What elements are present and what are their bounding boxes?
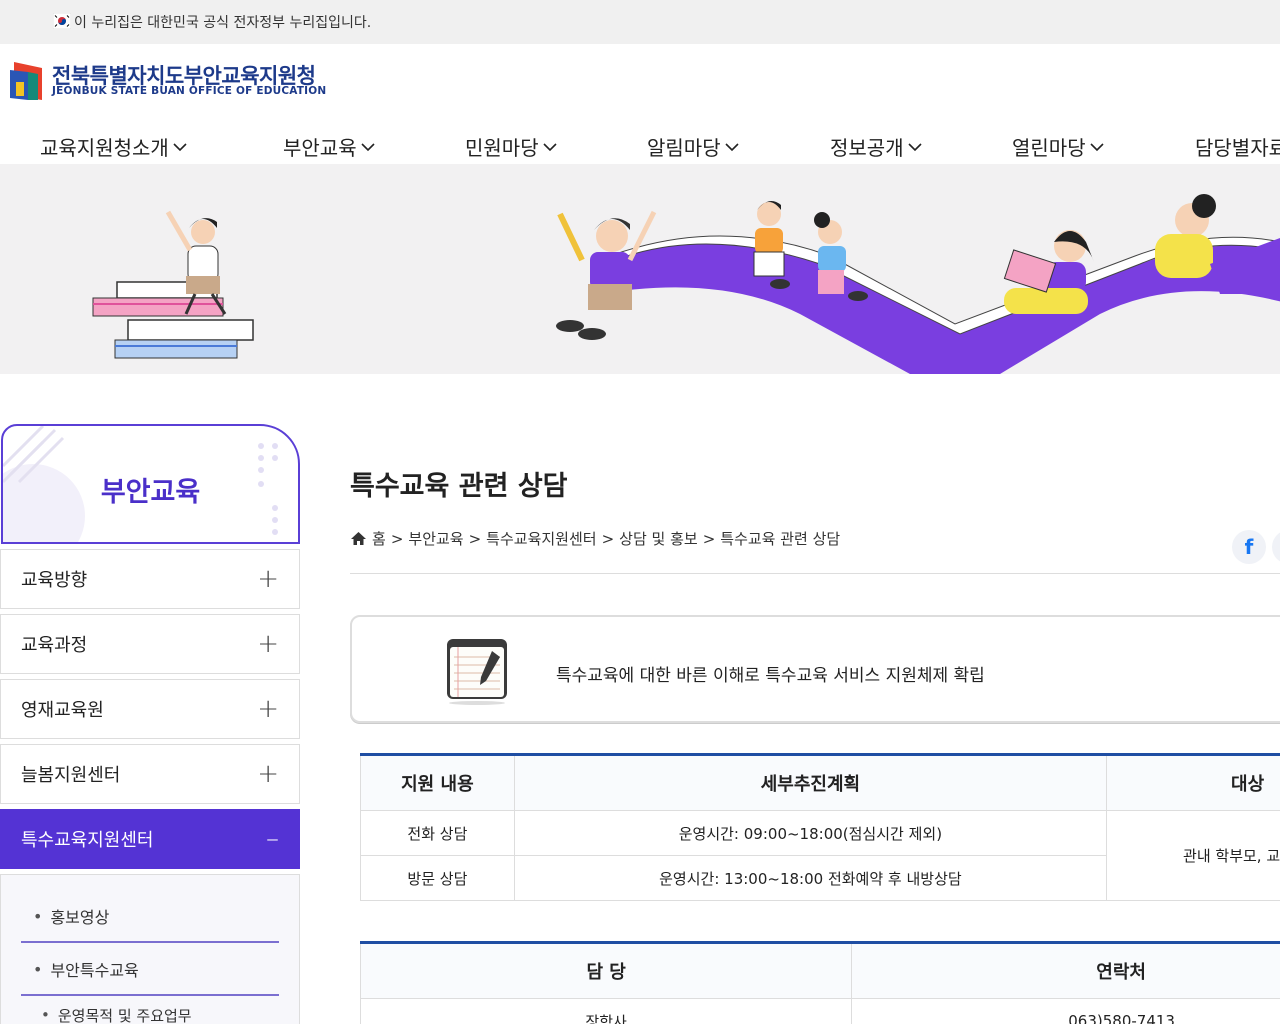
page-title: 특수교육 관련 상담: [350, 471, 568, 502]
breadcrumb-special-edu-center[interactable]: 특수교육지원센터: [486, 528, 596, 549]
chevron-down-icon: [361, 142, 375, 151]
contact-table: 담 당 연락처 장학사 063)580-7413: [359, 941, 1280, 1024]
gnb-item-intro[interactable]: 교육지원청소개: [40, 132, 188, 161]
table-header-row: 담 당 연락처: [359, 942, 1280, 999]
sidebar-item-label: 특수교육지원센터: [21, 830, 154, 851]
breadcrumb-current: 특수교육 관련 상담: [720, 530, 841, 548]
table-cell-target: 관내 학부모, 교: [1106, 810, 1280, 901]
gnb-item-buan-edu[interactable]: 부안교육: [283, 132, 376, 161]
plus-icon: +: [257, 759, 279, 789]
intro-box: 특수교육에 대한 바른 이해로 특수교육 서비스 지원체제 확립: [350, 615, 1280, 723]
chevron-down-icon: [1090, 142, 1104, 151]
chevron-down-icon: [173, 142, 187, 151]
submenu-item-buan-special-edu[interactable]: 부안특수교육: [21, 944, 279, 996]
gnb-item-label: 열린마당: [1012, 136, 1086, 160]
table-header-row: 지원 내용 세부추진계획 대상: [360, 754, 1280, 811]
hero-banner: [0, 164, 1280, 374]
table-cell: 장학사: [359, 998, 853, 1024]
korea-flag-icon: [53, 13, 71, 29]
sidebar-item-label: 교육과정: [21, 635, 88, 656]
site-logo[interactable]: 전북특별자치도부안교육지원청 JEONBUK STATE BUAN OFFICE…: [8, 58, 328, 102]
table-cell: 운영시간: 09:00~18:00(점심시간 제외): [513, 810, 1108, 856]
title-divider: [350, 573, 1280, 574]
breadcrumb: 홈 > 부안교육 > 특수교육지원센터 > 상담 및 홍보 > 특수교육 관련 …: [350, 528, 840, 549]
chevron-down-icon: [908, 142, 922, 151]
table-header: 담 당: [359, 942, 853, 999]
logo-emblem-icon: [10, 62, 42, 100]
books-stack-illustration: [92, 210, 254, 359]
table-cell: 063)580-7413: [851, 998, 1280, 1024]
table-cell: 방문 상담: [360, 855, 515, 901]
sidebar-item-special-edu[interactable]: 특수교육지원센터 –: [0, 809, 300, 869]
gov-banner: 이 누리집은 대한민국 공식 전자정부 누리집입니다.: [0, 0, 1280, 44]
table-header: 세부추진계획: [513, 754, 1108, 811]
logo-subtitle: JEONBUK STATE BUAN OFFICE OF EDUCATION: [52, 85, 327, 97]
plus-icon: +: [257, 629, 279, 659]
breadcrumb-home[interactable]: 홈: [372, 528, 386, 549]
breadcrumb-consult-promo[interactable]: 상담 및 홍보: [619, 528, 698, 549]
table-header: 연락처: [851, 942, 1280, 999]
sidebar-item-edu-direction[interactable]: 교육방향 +: [0, 549, 300, 609]
breadcrumb-buan-edu[interactable]: 부안교육: [408, 528, 463, 549]
sidebar-item-neulbom[interactable]: 늘봄지원센터 +: [0, 744, 300, 804]
plus-icon: +: [257, 694, 279, 724]
table-cell: 운영시간: 13:00~18:00 전화예약 후 내방상담: [513, 855, 1108, 901]
gnb-item-notice[interactable]: 알림마당: [647, 132, 740, 161]
share-icon[interactable]: [1272, 530, 1280, 564]
intro-text: 특수교육에 대한 바른 이해로 특수교육 서비스 지원체제 확립: [556, 666, 985, 686]
sidebar-item-label: 늘봄지원센터: [21, 765, 121, 786]
breadcrumb-separator: >: [468, 529, 482, 548]
table-header: 대상: [1106, 754, 1280, 811]
breadcrumb-separator: >: [601, 529, 615, 548]
table-header: 지원 내용: [360, 754, 515, 811]
gnb-item-data[interactable]: 담당별자료: [1195, 132, 1280, 161]
chevron-down-icon: [725, 142, 739, 151]
table-row: 장학사 063)580-7413: [359, 998, 1280, 1024]
gnb-item-label: 알림마당: [647, 136, 721, 160]
home-icon[interactable]: [350, 531, 367, 546]
hero-illustration: [92, 194, 1280, 374]
gnb-item-open[interactable]: 열린마당: [1012, 132, 1105, 161]
gnb-item-label: 교육지원청소개: [40, 136, 169, 160]
sidebar-item-label: 교육방향: [21, 570, 88, 591]
gnb-item-label: 민원마당: [465, 136, 539, 160]
breadcrumb-separator: >: [390, 529, 404, 548]
table-row: 전화 상담 운영시간: 09:00~18:00(점심시간 제외) 관내 학부모,…: [360, 810, 1280, 901]
global-nav: 교육지원청소개 부안교육 민원마당 알림마당 정보공개 열린마당 담당별자료: [0, 126, 1280, 164]
gnb-item-label: 부안교육: [283, 136, 357, 160]
submenu-item-purpose[interactable]: 운영목적 및 주요업무: [21, 997, 279, 1024]
sidebar-submenu: 홍보영상 부안특수교육 운영목적 및 주요업무: [0, 874, 300, 1024]
breadcrumb-separator: >: [702, 529, 716, 548]
notepad-pencil-icon: [447, 639, 507, 705]
gnb-item-info[interactable]: 정보공개: [830, 132, 923, 161]
sidebar-item-curriculum[interactable]: 교육과정 +: [0, 614, 300, 674]
child-figure-4: [1003, 230, 1094, 314]
facebook-share-icon[interactable]: f: [1232, 530, 1266, 564]
gnb-item-label: 정보공개: [830, 136, 904, 160]
gov-banner-text: 이 누리집은 대한민국 공식 전자정부 누리집입니다.: [74, 15, 372, 31]
chevron-down-icon: [543, 142, 557, 151]
sidebar-header: 부안교육: [1, 424, 300, 544]
gnb-item-label: 담당별자료: [1195, 136, 1280, 160]
sidebar-item-gifted[interactable]: 영재교육원 +: [0, 679, 300, 739]
table-cell: 전화 상담: [360, 810, 515, 856]
sidebar-item-label: 영재교육원: [21, 700, 104, 721]
minus-icon: –: [266, 824, 279, 854]
sidebar-title: 부안교육: [100, 477, 201, 508]
gnb-item-civil[interactable]: 민원마당: [465, 132, 558, 161]
plus-icon: +: [257, 564, 279, 594]
consult-table: 지원 내용 세부추진계획 대상 전화 상담 운영시간: 09:00~18:00(…: [360, 753, 1280, 901]
submenu-item-promo-video[interactable]: 홍보영상: [21, 891, 279, 943]
